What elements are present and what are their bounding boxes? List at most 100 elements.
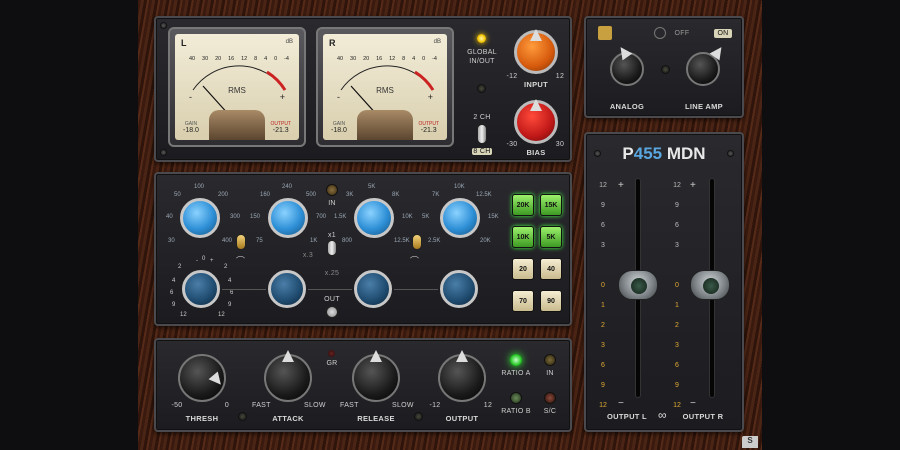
- channel-mode-toggle[interactable]: [477, 124, 487, 144]
- eq-freq-label: 500: [306, 192, 317, 198]
- eq-band-3-gain-knob[interactable]: [354, 270, 392, 308]
- eq-freq-label: 12.5K: [476, 192, 492, 198]
- screw-icon: [160, 22, 167, 29]
- eq-band-1-gain-knob[interactable]: [182, 270, 220, 308]
- eq-freq-label: 400: [222, 238, 233, 244]
- filter-button-90[interactable]: 90: [540, 290, 562, 312]
- filter-button-70[interactable]: 70: [512, 290, 534, 312]
- eq-freq-label: 1.5K: [334, 214, 347, 220]
- global-inout-label: GLOBAL IN/OUT: [467, 49, 497, 65]
- eq-band-2-freq-knob[interactable]: [268, 198, 308, 238]
- bias-knob[interactable]: [514, 99, 558, 144]
- output-panel: P455 MDN 12 9 6 3 0 1 2 3 6 9 12 + − 12 …: [584, 132, 744, 432]
- output-l-fader[interactable]: [618, 270, 658, 300]
- gr-led: [328, 350, 335, 357]
- channel-mode-top-label: 2 CH: [473, 114, 491, 121]
- analog-knob[interactable]: [610, 43, 644, 86]
- compressor-panel: -50 0 THRESH FAST SLOW ATTACK GR FAST SL…: [154, 338, 572, 432]
- meter-scale-label: 30: [202, 56, 209, 62]
- eq-freq-label: 800: [342, 238, 353, 244]
- thresh-knob[interactable]: [178, 354, 226, 402]
- eq-freq-label: 100: [194, 184, 205, 190]
- sidechain-button[interactable]: [544, 392, 556, 404]
- ratio-b-button[interactable]: [510, 392, 522, 404]
- global-inout-led[interactable]: [477, 34, 486, 43]
- meter-scale-label: 40: [189, 56, 196, 62]
- meter-scale-label: 4: [264, 56, 268, 62]
- infinity-link-icon[interactable]: ∞: [658, 408, 667, 422]
- meter-scale-label: 30: [350, 56, 357, 62]
- eq-band-2-gain-knob[interactable]: [268, 270, 306, 308]
- eq-range-toggle[interactable]: [327, 240, 337, 256]
- meter-scale-label: 20: [215, 56, 222, 62]
- ratio-a-button[interactable]: [510, 354, 522, 366]
- eq-x1-label: x1: [328, 232, 336, 239]
- high-shelf-toggle[interactable]: [412, 234, 422, 250]
- meter-mode: RMS: [228, 86, 246, 95]
- eq-in-label: IN: [328, 200, 336, 207]
- output-l-label: OUTPUT L: [607, 412, 647, 421]
- release-led: [414, 412, 423, 421]
- meter-scale-label: 16: [376, 56, 383, 62]
- sidechain-label: S/C: [543, 408, 557, 415]
- ratio-a-label: RATIO A: [501, 370, 531, 377]
- eq-freq-label: 700: [316, 214, 327, 220]
- comp-output-label: OUTPUT: [445, 414, 479, 423]
- filter-button-10k[interactable]: 10K: [512, 226, 534, 248]
- filter-button-20[interactable]: 20: [512, 258, 534, 280]
- eq-freq-label: 1K: [310, 238, 318, 244]
- thresh-led: [238, 412, 247, 421]
- release-knob[interactable]: [352, 350, 400, 402]
- attack-knob[interactable]: [264, 350, 312, 402]
- line-amp-knob[interactable]: [686, 43, 727, 86]
- eq-freq-label: 30: [168, 238, 175, 244]
- eq-in-led[interactable]: [326, 184, 338, 196]
- release-min-label: FAST: [340, 402, 359, 409]
- low-shelf-toggle[interactable]: [236, 234, 246, 250]
- bias-max-label: 30: [555, 141, 565, 148]
- knob-pointer-icon: [370, 350, 382, 362]
- filter-button-40[interactable]: 40: [540, 258, 562, 280]
- eq-freq-label: 15K: [488, 214, 499, 220]
- eq-freq-label: 2.5K: [428, 238, 441, 244]
- filter-button-5k[interactable]: 5K: [540, 226, 562, 248]
- thresh-label: THRESH: [185, 414, 219, 423]
- divider: [222, 289, 266, 290]
- input-label: INPUT: [524, 80, 548, 89]
- filter-button-20k[interactable]: 20K: [512, 194, 534, 216]
- attack-min-label: FAST: [252, 402, 271, 409]
- comp-output-knob[interactable]: [438, 350, 486, 402]
- output-r-fader[interactable]: [690, 270, 730, 300]
- eq-freq-label: 160: [260, 192, 271, 198]
- eq-band-4-gain-knob[interactable]: [440, 270, 478, 308]
- input-knob[interactable]: [514, 29, 558, 74]
- knob-pointer-icon: [456, 350, 468, 362]
- eq-out-button[interactable]: [326, 306, 338, 318]
- thresh-max-label: 0: [224, 402, 230, 409]
- resize-handle-icon[interactable]: S: [742, 436, 758, 448]
- knob-pointer-icon: [709, 43, 727, 61]
- analog-panel: OFF ON ANALOG LINE AMP: [584, 16, 744, 118]
- eq-band-4-freq-knob[interactable]: [440, 198, 480, 238]
- eq-freq-label: 10K: [454, 184, 465, 190]
- filter-button-15k[interactable]: 15K: [540, 194, 562, 216]
- ratio-b-label: RATIO B: [501, 408, 531, 415]
- meter-needle-base: [357, 110, 413, 140]
- eq-freq-label: 75: [256, 238, 263, 244]
- line-amp-on-label: ON: [714, 29, 732, 38]
- meter-needle-base: [209, 110, 265, 140]
- eq-band-3-freq-knob[interactable]: [354, 198, 394, 238]
- comp-output-max-label: 12: [483, 402, 493, 409]
- comp-output-min-label: -12: [429, 402, 441, 409]
- eq-freq-label: 50: [174, 192, 181, 198]
- eq-freq-label: 150: [250, 214, 261, 220]
- comp-in-button[interactable]: [544, 354, 556, 366]
- knob-pointer-icon: [208, 371, 226, 389]
- line-amp-label: LINE AMP: [685, 102, 723, 111]
- eq-freq-label: 7K: [432, 192, 440, 198]
- eq-band-1-freq-knob[interactable]: [180, 198, 220, 238]
- output-r-label: OUTPUT R: [682, 412, 724, 421]
- output-l-plus: +: [618, 180, 625, 191]
- eq-out-label: OUT: [324, 296, 340, 303]
- divider: [308, 289, 352, 290]
